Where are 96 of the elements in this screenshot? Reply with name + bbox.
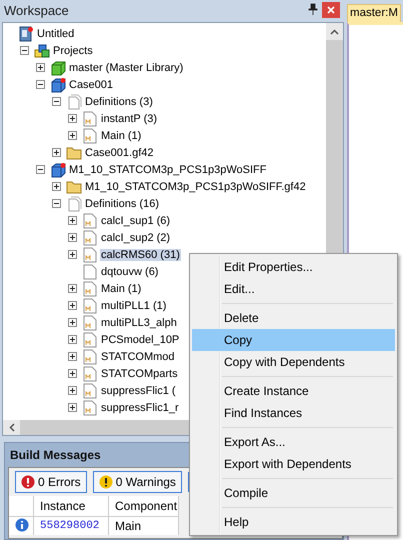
scroll-up-button[interactable]	[326, 23, 343, 40]
module-document-icon	[82, 348, 98, 364]
filter-button[interactable]: 0 Errors	[15, 471, 87, 493]
expand-icon[interactable]	[36, 63, 45, 72]
tree-item[interactable]: Untitled	[36, 28, 76, 40]
tree-item[interactable]: calcI_sup2 (2)	[100, 232, 172, 244]
document-tab[interactable]: master:M	[347, 4, 401, 22]
instance-link[interactable]: 558298002	[34, 516, 108, 535]
folder-icon	[66, 178, 82, 194]
tree-item[interactable]: Case001.gf42	[84, 146, 154, 158]
close-icon	[327, 6, 335, 14]
document-icon	[82, 264, 98, 280]
menu-item[interactable]: Copy with Dependents	[192, 351, 395, 373]
panel-title: Build Messages	[9, 447, 102, 464]
tree-item[interactable]: Definitions (16)	[84, 198, 160, 210]
expand-icon[interactable]	[68, 403, 77, 412]
collapse-icon[interactable]	[52, 97, 61, 106]
menu-item[interactable]: Create Instance	[192, 380, 395, 402]
module-document-icon	[82, 280, 98, 296]
module-document-icon	[82, 298, 98, 314]
tree-item[interactable]: Case001	[68, 78, 114, 90]
tree-item[interactable]: dqtouvw (6)	[100, 266, 160, 278]
tree-item[interactable]: PCSmodel_10P	[100, 334, 180, 346]
module-document-icon	[82, 110, 98, 126]
collapse-icon[interactable]	[20, 46, 29, 55]
filter-button[interactable]: 0 Warnings	[92, 471, 182, 493]
tree-item[interactable]: master (Master Library)	[68, 62, 184, 74]
tree-item[interactable]: instantP (3)	[100, 112, 158, 124]
tree-item[interactable]: multiPLL3_alph	[100, 316, 178, 328]
expand-icon[interactable]	[68, 114, 77, 123]
module-document-icon	[82, 332, 98, 348]
warning-icon	[98, 475, 113, 489]
tree-item[interactable]: STATCOMmod	[100, 350, 176, 362]
module-document-icon	[82, 382, 98, 398]
module-document-icon	[82, 246, 98, 262]
chevron-up-icon	[330, 28, 339, 34]
expand-icon[interactable]	[68, 131, 77, 140]
menu-item[interactable]: Find Instances	[192, 402, 395, 424]
menu-item[interactable]: Delete	[192, 307, 395, 329]
folder-icon	[66, 144, 82, 160]
tree-item[interactable]: M1_10_STATCOM3p_PCS1p3pWoSIFF	[68, 164, 268, 176]
tree-item[interactable]: suppressFlic1 (	[100, 384, 177, 396]
module-document-icon	[82, 314, 98, 330]
workspace-icon	[18, 26, 34, 42]
column-header[interactable]: Component	[108, 496, 178, 516]
cube-icon	[50, 162, 66, 178]
close-button[interactable]	[322, 2, 340, 18]
tree-item[interactable]: Definitions (3)	[84, 96, 154, 108]
menu-item[interactable]: Export with Dependents	[192, 453, 395, 475]
menu-item[interactable]: Edit...	[192, 278, 395, 300]
collapse-icon[interactable]	[36, 165, 45, 174]
chevron-left-icon	[8, 423, 14, 432]
expand-icon[interactable]	[68, 216, 77, 225]
menu-item[interactable]: Compile	[192, 482, 395, 504]
expand-icon[interactable]	[68, 369, 77, 378]
error-icon	[21, 475, 35, 489]
tree-item[interactable]: Main (1)	[100, 282, 142, 294]
tree-item[interactable]: M1_10_STATCOM3p_PCS1p3pWoSIFF.gf42	[84, 180, 307, 192]
tree-item[interactable]: calcRMS60 (31)	[100, 248, 181, 260]
menu-item[interactable]: Edit Properties...	[192, 256, 395, 278]
cube-icon	[50, 76, 66, 92]
expand-icon[interactable]	[52, 148, 61, 157]
cubes-icon	[34, 42, 50, 58]
expand-icon[interactable]	[68, 233, 77, 242]
documents-icon	[66, 94, 82, 110]
module-document-icon	[82, 366, 98, 382]
module-document-icon	[82, 128, 98, 144]
module-document-icon	[82, 230, 98, 246]
menu-item[interactable]: Export As...	[192, 431, 395, 453]
expand-icon[interactable]	[68, 284, 77, 293]
module-document-icon	[82, 212, 98, 228]
tree-item[interactable]: Projects	[52, 44, 94, 56]
documents-icon	[66, 196, 82, 212]
collapse-icon[interactable]	[52, 199, 61, 208]
column-header[interactable]: Instance	[34, 496, 108, 516]
scroll-left-button[interactable]	[3, 420, 20, 435]
pin-icon	[308, 2, 318, 14]
tree-item[interactable]: STATCOMparts	[100, 368, 179, 380]
expand-icon[interactable]	[68, 352, 77, 361]
module-document-icon	[82, 400, 98, 416]
tree-item[interactable]: multiPLL1 (1)	[100, 300, 168, 312]
panel-title: Workspace	[4, 2, 70, 18]
menu-item[interactable]: Copy	[192, 329, 395, 351]
table-cell: Main	[108, 516, 178, 535]
tree-item[interactable]: suppressFlic1_r	[100, 402, 180, 414]
tree-item[interactable]: calcI_sup1 (6)	[100, 214, 172, 226]
expand-icon[interactable]	[68, 250, 77, 259]
cube-icon	[50, 60, 66, 76]
collapse-icon[interactable]	[36, 80, 45, 89]
expand-icon[interactable]	[68, 318, 77, 327]
tree-item[interactable]: Main (1)	[100, 130, 142, 142]
expand-icon[interactable]	[52, 182, 61, 191]
menu-item[interactable]: Help	[192, 511, 395, 533]
expand-icon[interactable]	[68, 386, 77, 395]
expand-icon[interactable]	[68, 335, 77, 344]
expand-icon[interactable]	[68, 301, 77, 310]
